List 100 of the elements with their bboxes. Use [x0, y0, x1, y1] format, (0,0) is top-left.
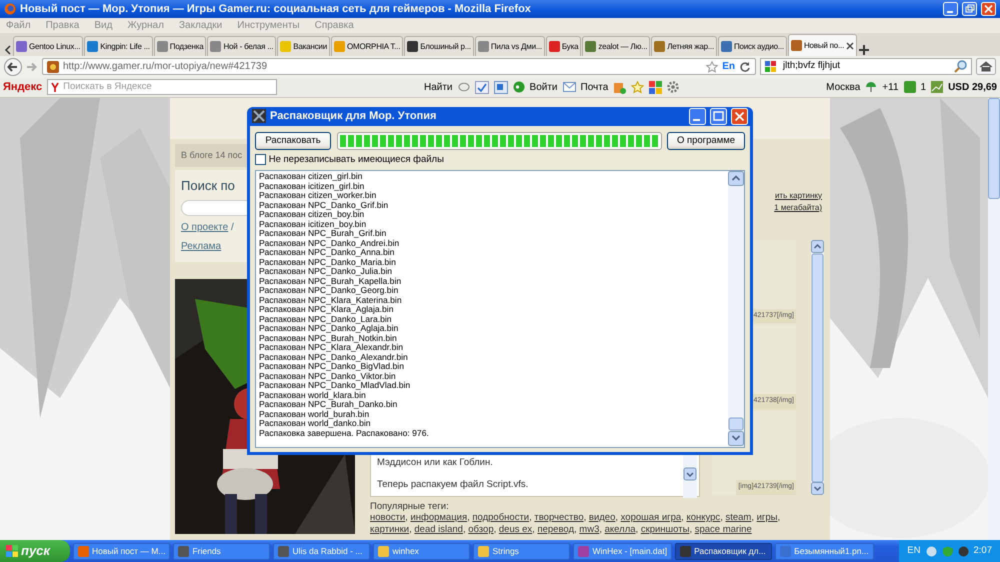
tag-link[interactable]: игры [756, 512, 778, 523]
taskbar-button[interactable]: WinHex - [main.dat] [573, 542, 672, 560]
tag-link[interactable]: видео [588, 512, 616, 523]
checkbox[interactable] [255, 154, 266, 166]
about-button[interactable]: О программе [667, 132, 745, 150]
minimize-button[interactable] [943, 2, 958, 16]
browser-tab[interactable]: Gentoo Linux... [13, 36, 84, 56]
tag-link[interactable]: новости [370, 512, 406, 523]
tag-separator: , [689, 524, 692, 534]
tray-icon[interactable] [958, 546, 968, 556]
about-link[interactable]: О проекте [181, 220, 228, 234]
site-icon [87, 41, 98, 52]
maximize-button[interactable] [710, 108, 727, 125]
taskbar-button[interactable]: Новый пост — М... [73, 542, 170, 560]
windows-logo-icon[interactable] [649, 80, 662, 94]
settings-icon[interactable] [667, 81, 680, 93]
tag-link[interactable]: скриншоты [640, 524, 690, 534]
tag-link[interactable]: space marine [694, 524, 752, 534]
spellcheck-icon[interactable] [474, 80, 489, 94]
tag-separator: , [681, 512, 684, 523]
taskbar-button[interactable]: Распаковщик дл... [675, 542, 772, 560]
browser-tab[interactable]: Ной - белая ... [207, 36, 276, 56]
find-button[interactable]: Найти [424, 80, 453, 94]
browser-tab[interactable]: OMORPHIA T... [330, 36, 404, 56]
scrollbar[interactable] [988, 98, 1000, 540]
close-button[interactable] [731, 108, 748, 125]
scroll-left-icon[interactable] [4, 44, 12, 56]
taskbar-button[interactable]: Ulis da Rabbid - ... [273, 542, 370, 560]
scrollbar[interactable] [728, 171, 744, 447]
app-icon [578, 546, 590, 556]
log-line: Распакован world_danko.bin [259, 419, 372, 428]
tag-separator: , [529, 512, 532, 523]
new-tab-icon[interactable] [858, 44, 870, 56]
tag-link[interactable]: steam [725, 512, 752, 523]
taskbar-button[interactable]: Friends [173, 542, 270, 560]
bookmark-star-icon[interactable] [706, 60, 718, 72]
close-button[interactable] [981, 2, 996, 16]
login-button[interactable]: Войти [530, 80, 558, 94]
browser-tab[interactable]: Подзенка [154, 36, 206, 56]
clock: 2:07 [974, 544, 992, 558]
browser-tab[interactable]: Поиск аудио... [718, 36, 787, 56]
address-bar[interactable]: http://www.gamer.ru/mor-utopiya/new#421739 En [42, 58, 756, 75]
taskbar-button[interactable]: Strings [473, 542, 570, 560]
mail-icon[interactable] [562, 82, 576, 92]
dialog-title: Распаковщик для Мор. Утопия [270, 109, 438, 124]
browser-tab[interactable]: Блошиный р... [404, 36, 474, 56]
browser-tab[interactable]: zealot — Лю... [582, 36, 650, 56]
app-icon [780, 546, 792, 556]
tag-link[interactable]: хорошая игра [620, 512, 682, 523]
browser-tab[interactable]: Kingpin: Life ... [84, 36, 153, 56]
site-icon [280, 41, 292, 52]
tag-link[interactable]: информация [410, 512, 468, 523]
browser-tab[interactable]: Новый по... [788, 34, 858, 56]
tag-separator: , [462, 524, 466, 534]
temperature-label: +11 [882, 80, 899, 94]
tag-link[interactable]: обзор [468, 524, 494, 534]
log-line: Распакован NPC_Danko_MladVlad.bin [259, 381, 412, 390]
browser-tab[interactable]: Бука [546, 36, 582, 56]
search-icon[interactable] [954, 60, 967, 73]
tag-link[interactable]: deus ex [498, 524, 532, 534]
log-line: Распакован icitizen_girl.bin [259, 182, 364, 191]
tag-link[interactable]: перевод [537, 524, 574, 534]
tag-separator: , [751, 512, 754, 523]
tag-link[interactable]: dead island [414, 524, 463, 534]
site-icon [407, 41, 418, 52]
tag-link[interactable]: mw3 [579, 524, 600, 534]
close-tab-icon[interactable] [846, 42, 854, 50]
home-button[interactable] [976, 58, 996, 75]
browser-tab[interactable]: Летняя жар... [651, 36, 717, 56]
tag-link[interactable]: подробности [472, 512, 530, 523]
tray-icon[interactable] [926, 546, 936, 556]
scrollbar[interactable] [811, 240, 824, 494]
mail-button[interactable]: Почта [580, 80, 608, 94]
browser-tab[interactable]: Вакансии [277, 36, 330, 56]
upload-size-note: 1 мегабайта) [774, 202, 822, 214]
tag-link[interactable]: конкурс [686, 512, 720, 523]
star-icon[interactable] [631, 80, 644, 94]
tag-link[interactable]: картинки [370, 524, 410, 534]
log-line: Распаковка завершена. Распаковано: 976. [259, 428, 430, 438]
unpack-button[interactable]: Распаковать [255, 132, 331, 150]
tag-link[interactable]: акелла [604, 524, 636, 534]
restore-button[interactable] [962, 2, 977, 16]
minimize-button[interactable] [689, 108, 706, 125]
ads-link[interactable]: Реклама [181, 238, 222, 254]
site-icon [16, 41, 27, 52]
taskbar-button[interactable]: Безымянный1.pn... [775, 542, 874, 560]
tag-link[interactable]: творчество [534, 512, 584, 523]
site-icon [585, 41, 596, 52]
search-engine-icon[interactable] [765, 60, 779, 72]
upload-image-link[interactable]: ить картинку [774, 190, 822, 202]
reload-icon[interactable] [739, 60, 751, 72]
search-field[interactable]: jlth;bvfz fljhjut [760, 58, 972, 75]
taskbar-button[interactable]: winhex [373, 542, 470, 560]
tag-separator: , [574, 524, 577, 534]
app-icon [252, 109, 266, 124]
tags-label: Популярные теги: [370, 500, 450, 512]
log-line: Распакован NPC_Danko_Aglaja.bin [259, 324, 400, 334]
back-button[interactable] [4, 58, 22, 76]
tag-separator: , [778, 512, 780, 523]
browser-tab[interactable]: Пила vs Дми... [474, 36, 545, 56]
